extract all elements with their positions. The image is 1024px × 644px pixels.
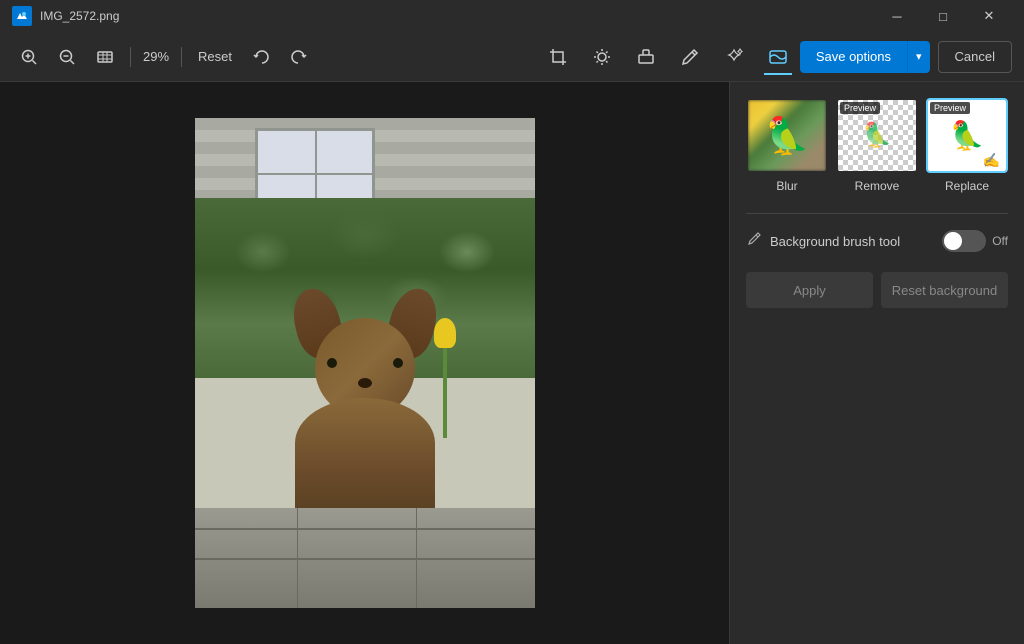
erase-tool-button[interactable] (628, 39, 664, 75)
action-buttons: Apply Reset background (746, 272, 1008, 308)
toggle-track[interactable] (942, 230, 986, 252)
bg-blur-label: Blur (776, 179, 797, 193)
toolbar-right: Save options ▾ Cancel (800, 41, 1012, 73)
crop-tool-button[interactable] (540, 39, 576, 75)
photo-preview (195, 118, 535, 608)
toolbar-center (540, 39, 796, 75)
bg-option-remove[interactable]: Preview Remove (836, 98, 918, 193)
brush-tool-toggle[interactable]: Off (942, 230, 1008, 252)
zoom-in-button[interactable] (12, 40, 46, 74)
bg-replace-label: Replace (945, 179, 989, 193)
stone-line-1 (195, 528, 535, 530)
minimize-button[interactable]: ─ (874, 0, 920, 32)
apply-button[interactable]: Apply (746, 272, 873, 308)
preview-badge-remove: Preview (840, 102, 880, 114)
bg-replace-thumb: Preview 🦜 ✍️ (926, 98, 1008, 173)
toolbar: 29% Reset (0, 32, 1024, 82)
bg-option-replace[interactable]: Preview 🦜 ✍️ Replace (926, 98, 1008, 193)
reset-button[interactable]: Reset (190, 45, 240, 68)
window-title: IMG_2572.png (40, 9, 874, 23)
brightness-tool-button[interactable] (584, 39, 620, 75)
zoom-divider (130, 47, 131, 67)
bg-tool-button[interactable] (760, 39, 796, 75)
stone-vert-1 (297, 508, 298, 608)
stone-vert-2 (416, 508, 417, 608)
save-options-dropdown-button[interactable]: ▾ (907, 41, 930, 73)
bg-remove-label: Remove (855, 179, 900, 193)
bg-blur-thumb: 🦜 (746, 98, 828, 173)
toggle-label: Off (992, 234, 1008, 248)
fit-button[interactable] (88, 40, 122, 74)
title-bar: IMG_2572.png ─ □ ✕ (0, 0, 1024, 32)
brush-tool-label: Background brush tool (770, 234, 934, 249)
zoom-out-button[interactable] (50, 40, 84, 74)
reset-background-button[interactable]: Reset background (881, 272, 1008, 308)
toolbar-left: 29% Reset (12, 40, 536, 74)
bg-remove-thumb: Preview (836, 98, 918, 173)
replace-hand-icon: ✍️ (983, 152, 1000, 169)
replace-bird-icon: 🦜 (950, 119, 985, 152)
panel-divider (746, 213, 1008, 214)
maximize-button[interactable]: □ (920, 0, 966, 32)
undo-button[interactable] (244, 40, 278, 74)
dog-nose (358, 378, 372, 388)
bg-option-blur[interactable]: 🦜 Blur (746, 98, 828, 193)
draw-tool-button[interactable] (672, 39, 708, 75)
canvas-area (0, 82, 729, 644)
right-panel: 🦜 Blur Preview Remove Pr (729, 82, 1024, 644)
cancel-button[interactable]: Cancel (938, 41, 1012, 73)
background-options: 🦜 Blur Preview Remove Pr (746, 98, 1008, 193)
toggle-thumb (944, 232, 962, 250)
close-button[interactable]: ✕ (966, 0, 1012, 32)
window-controls: ─ □ ✕ (874, 0, 1012, 32)
preview-badge-replace: Preview (930, 102, 970, 114)
effects-tool-button[interactable] (716, 39, 752, 75)
zoom-level: 29% (139, 49, 173, 64)
zoom-divider2 (181, 47, 182, 67)
dog-eye-left (327, 358, 337, 368)
save-options-group: Save options ▾ (800, 41, 930, 73)
brush-icon (746, 231, 762, 252)
save-options-button[interactable]: Save options (800, 41, 907, 73)
redo-button[interactable] (282, 40, 316, 74)
main-area: 🦜 Blur Preview Remove Pr (0, 82, 1024, 644)
app-icon (12, 6, 32, 26)
dog-eye-right (393, 358, 403, 368)
ground (195, 508, 535, 608)
stone-line-2 (195, 558, 535, 560)
brush-tool-row: Background brush tool Off (746, 230, 1008, 252)
